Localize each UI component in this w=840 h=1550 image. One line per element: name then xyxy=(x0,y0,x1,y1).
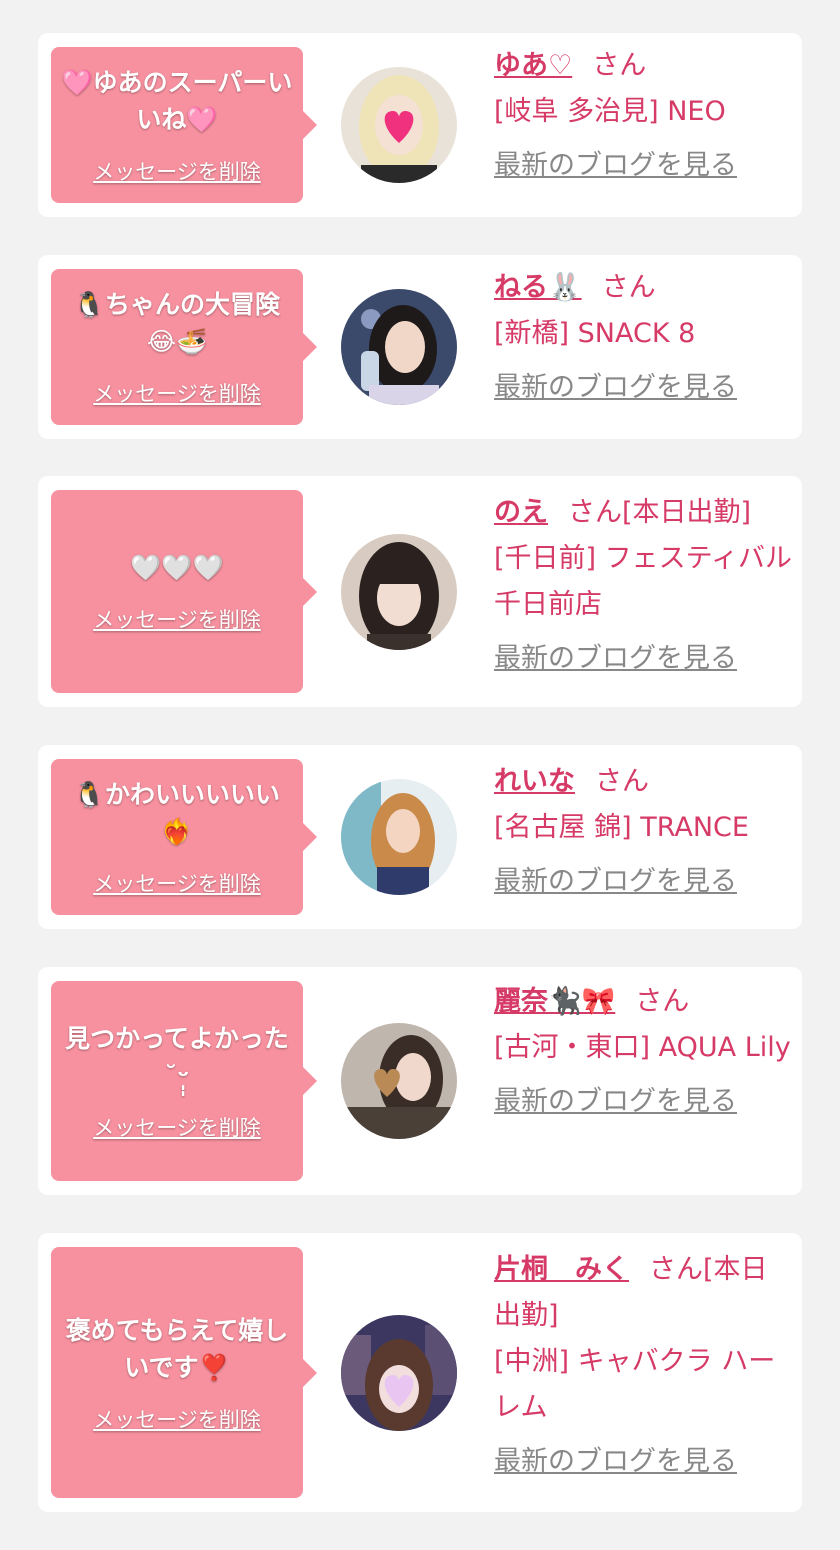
honorific: さん xyxy=(568,497,622,528)
delete-message-link[interactable]: メッセージを削除 xyxy=(93,378,261,408)
cast-name-link[interactable]: 片桐 みく xyxy=(494,1254,629,1285)
blog-link[interactable]: 最新のブログを見る xyxy=(494,859,737,905)
avatar[interactable] xyxy=(341,779,457,895)
message-card: 🤍🤍🤍 メッセージを削除 のえ さん[本日出勤] [千日前] フェスティバル 千日… xyxy=(38,476,802,707)
shop-label: [岐阜 多治見] NEO xyxy=(494,96,726,127)
blog-link[interactable]: 最新のブログを見る xyxy=(494,1439,737,1485)
avatar[interactable] xyxy=(341,534,457,650)
honorific: さん xyxy=(592,50,647,81)
message-text: 褒めてもらえて嬉しいです❣️ xyxy=(65,1315,289,1382)
message-card: 🐧かわいいいいい❤️‍🔥 メッセージを削除 れいな さん [名古屋 錦] TRAN… xyxy=(38,745,802,929)
cast-name-link[interactable]: のえ xyxy=(494,497,548,528)
cast-name-link[interactable]: ゆあ♡ xyxy=(494,50,572,81)
message-text: 🩷ゆあのスーパーいいね🩷 xyxy=(61,68,293,134)
blog-link[interactable]: 最新のブログを見る xyxy=(494,365,737,411)
honorific: さん xyxy=(649,1254,703,1285)
delete-message-link[interactable]: メッセージを削除 xyxy=(93,156,261,186)
cast-name-link[interactable]: 麗奈🐈‍⬛🎀 xyxy=(494,986,615,1017)
shop-label: [古河・東口] AQUA Lily xyxy=(494,1032,791,1063)
shop-label: [名古屋 錦] TRANCE xyxy=(494,812,749,843)
blog-link[interactable]: 最新のブログを見る xyxy=(494,636,737,682)
message-text: 🤍🤍🤍 xyxy=(130,553,224,582)
avatar[interactable] xyxy=(341,1315,457,1431)
blog-link[interactable]: 最新のブログを見る xyxy=(494,143,737,189)
avatar[interactable] xyxy=(341,1023,457,1139)
blog-link[interactable]: 最新のブログを見る xyxy=(494,1079,737,1125)
delete-message-link[interactable]: メッセージを削除 xyxy=(93,604,261,634)
message-card: 褒めてもらえて嬉しいです❣️ メッセージを削除 片桐 みく さん[本日出勤] [中… xyxy=(38,1233,802,1512)
honorific: さん xyxy=(595,766,649,797)
message-text: 🐧かわいいいいい❤️‍🔥 xyxy=(73,780,281,846)
delete-message-link[interactable]: メッセージを削除 xyxy=(93,868,261,898)
cast-info: ねる🐰 さん [新橋] SNACK 8 最新のブログを見る xyxy=(494,265,794,411)
message-bubble: 褒めてもらえて嬉しいです❣️ メッセージを削除 xyxy=(51,1247,317,1498)
message-bubble: 🤍🤍🤍 メッセージを削除 xyxy=(51,490,317,693)
honorific: さん xyxy=(635,986,690,1017)
shop-label: [新橋] SNACK 8 xyxy=(494,318,696,349)
cast-name-link[interactable]: ねる🐰 xyxy=(494,272,582,303)
delete-message-link[interactable]: メッセージを削除 xyxy=(93,1404,261,1434)
shop-label: [中洲] キャバクラ ハーレム xyxy=(494,1346,776,1423)
avatar[interactable] xyxy=(341,289,457,405)
cast-info: れいな さん [名古屋 錦] TRANCE 最新のブログを見る xyxy=(494,759,794,905)
cast-info: ゆあ♡ さん [岐阜 多治見] NEO 最新のブログを見る xyxy=(494,43,794,189)
message-bubble: 🩷ゆあのスーパーいいね🩷 メッセージを削除 xyxy=(51,47,317,203)
delete-message-link[interactable]: メッセージを削除 xyxy=(93,1112,261,1142)
message-bubble: 🐧ちゃんの大冒険 😂🍜 メッセージを削除 xyxy=(51,269,317,425)
cast-info: 麗奈🐈‍⬛🎀 さん [古河・東口] AQUA Lily 最新のブログを見る xyxy=(494,979,794,1125)
cast-name-link[interactable]: れいな xyxy=(494,766,575,797)
message-text: 🐧ちゃんの大冒険 😂🍜 xyxy=(73,290,281,356)
message-card: 🐧ちゃんの大冒険 😂🍜 メッセージを削除 ねる🐰 さん [新橋] SNACK 8 … xyxy=(38,255,802,439)
message-card: 見つかってよかった ˘ᵕ̩̩ メッセージを削除 麗奈🐈‍⬛🎀 さん [古河・東口]… xyxy=(38,967,802,1195)
message-bubble: 見つかってよかった ˘ᵕ̩̩ メッセージを削除 xyxy=(51,981,317,1181)
message-card: 🩷ゆあのスーパーいいね🩷 メッセージを削除 ゆあ♡ さん [岐阜 多治見] NEO… xyxy=(38,33,802,217)
avatar[interactable] xyxy=(341,67,457,183)
honorific: さん xyxy=(601,272,656,303)
cast-info: のえ さん[本日出勤] [千日前] フェスティバル 千日前店 最新のブログを見る xyxy=(494,490,794,682)
message-text: 見つかってよかった ˘ᵕ̩̩ xyxy=(65,1024,289,1090)
status-label: [本日出勤] xyxy=(622,497,752,528)
message-bubble: 🐧かわいいいいい❤️‍🔥 メッセージを削除 xyxy=(51,759,317,915)
shop-label: [千日前] フェスティバル 千日前店 xyxy=(494,543,793,620)
cast-info: 片桐 みく さん[本日出勤] [中洲] キャバクラ ハーレム 最新のブログを見る xyxy=(494,1247,794,1485)
